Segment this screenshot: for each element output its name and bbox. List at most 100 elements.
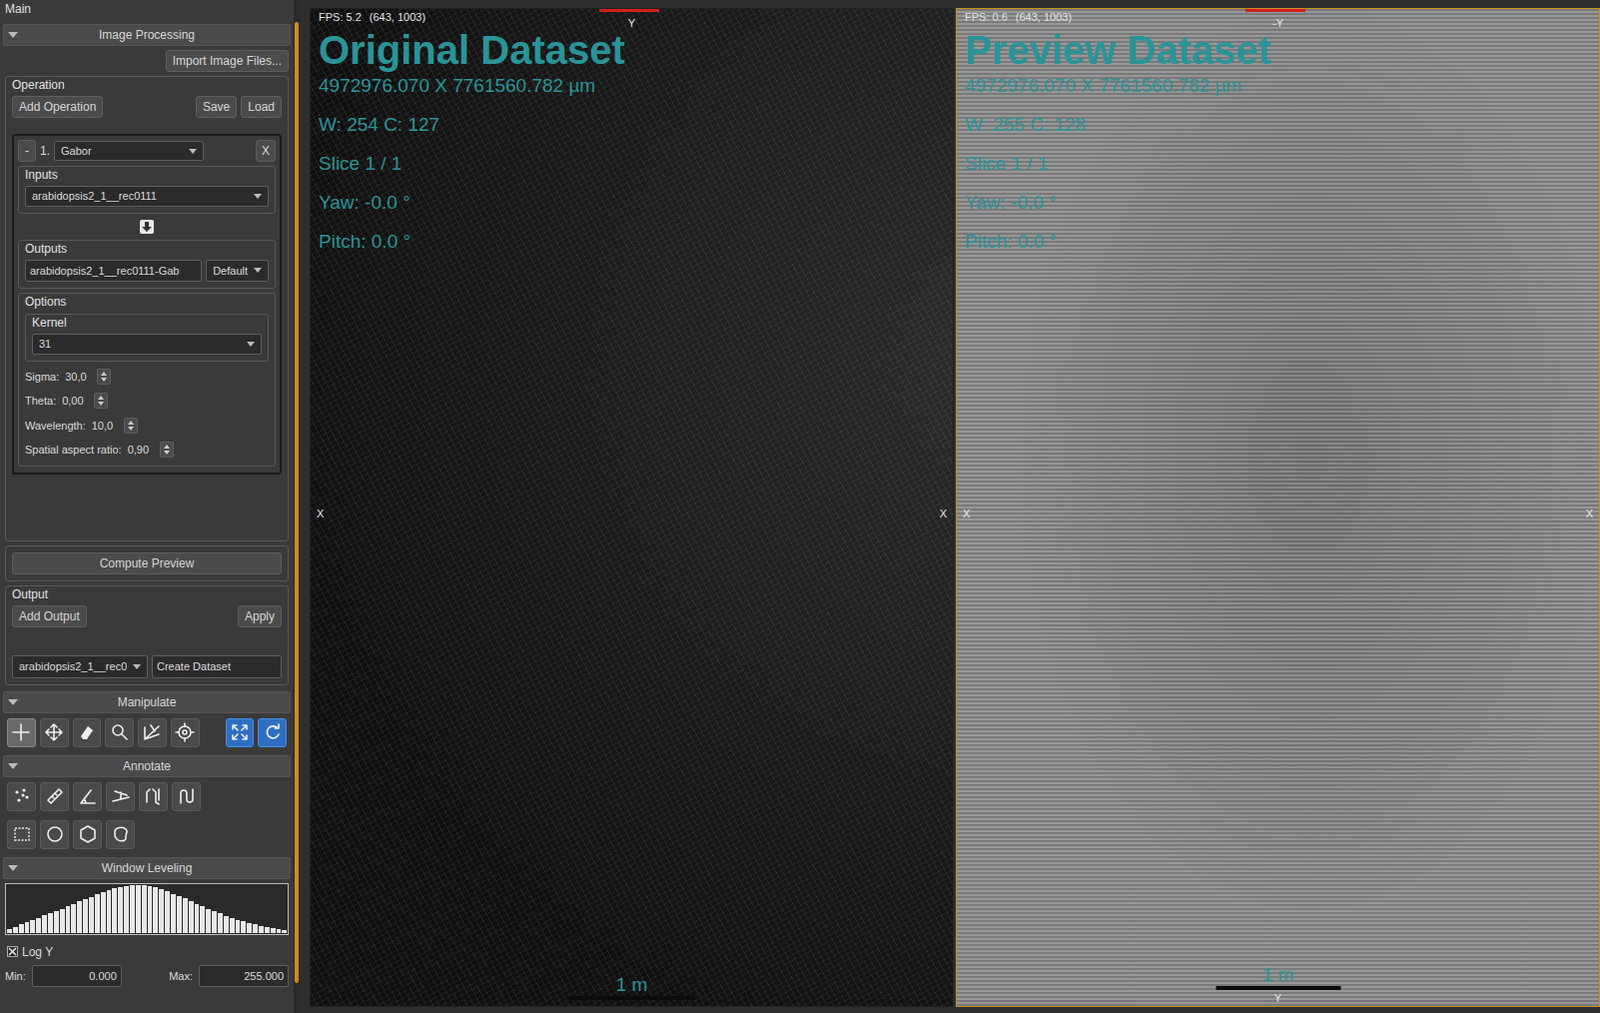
histogram-bar <box>246 922 252 933</box>
fps-readout: FPS: 0.6 <box>964 10 1008 23</box>
parameter-value[interactable]: 0,90 <box>125 440 156 460</box>
annotation-tool-button[interactable] <box>6 782 36 811</box>
spinner-icon[interactable] <box>93 392 108 409</box>
histogram-bar <box>147 885 153 933</box>
annotation-tool-button[interactable] <box>6 819 36 849</box>
collapse-arrow-icon[interactable] <box>7 864 18 871</box>
manipulate-toolbar <box>2 713 291 752</box>
annotate-header-title: Annotate <box>17 757 286 776</box>
annotate-header[interactable]: Annotate <box>2 755 291 778</box>
scrollbar[interactable] <box>293 0 300 1013</box>
compute-preview-button[interactable]: Compute Preview <box>11 552 282 575</box>
collapse-arrow-icon[interactable] <box>7 763 18 770</box>
window-level-readout: W: 254 C: 127 <box>318 112 945 137</box>
annotation-tool-button[interactable] <box>72 819 102 849</box>
spinner-icon[interactable] <box>159 441 174 458</box>
tool-button[interactable] <box>137 718 167 748</box>
annotation-tool-button[interactable] <box>72 782 102 811</box>
viewport[interactable]: FPS: 0.6(643, 1003)Preview Dataset497297… <box>955 7 1600 1007</box>
kernel-select[interactable]: 31 <box>31 333 262 355</box>
parameter-value[interactable]: 0,00 <box>59 391 90 411</box>
apply-button[interactable]: Apply <box>237 605 282 628</box>
load-button[interactable]: Load <box>240 95 282 118</box>
axis-label: X <box>962 507 970 520</box>
zoom-icon <box>109 722 130 743</box>
operation-type-select[interactable]: Gabor <box>53 140 204 162</box>
tool-button[interactable] <box>39 718 69 748</box>
output-group-label: Output <box>11 587 282 603</box>
inputs-group-label: Inputs <box>24 167 269 183</box>
import-button[interactable]: Import Image Files... <box>165 49 289 72</box>
output-action-field[interactable]: Create Dataset <box>151 655 282 679</box>
annotation-tool-button[interactable] <box>39 782 69 811</box>
flow-arrow <box>17 213 276 236</box>
min-field[interactable]: 0.000 <box>31 964 122 988</box>
histogram-chart[interactable] <box>4 882 289 935</box>
outputs-row: arabidopsis2_1__rec0111-GabDefault <box>24 259 269 283</box>
scale-label: 1 m <box>616 973 649 996</box>
tool-button[interactable] <box>225 718 255 748</box>
operation-toolbar: Add Operation SaveLoad <box>11 95 282 118</box>
viewport-image[interactable] <box>310 8 953 1006</box>
tool-button[interactable] <box>257 718 287 748</box>
collapse-arrow-icon[interactable] <box>7 31 18 38</box>
axis-label: X <box>939 507 947 520</box>
collapse-arrow-icon[interactable] <box>7 699 18 706</box>
max-field[interactable]: 255.000 <box>198 964 289 988</box>
parameter-value[interactable]: 30,0 <box>62 367 93 387</box>
parameter-value[interactable]: 10,0 <box>89 416 120 436</box>
input-select[interactable]: arabidopsis2_1__rec0111 <box>24 185 269 207</box>
tool-button[interactable] <box>170 718 200 748</box>
output-dataset-select-value: arabidopsis2_1__rec011: <box>18 658 127 676</box>
reset-rotation-icon <box>262 722 283 743</box>
cobb-angle-icon <box>110 786 131 806</box>
viewport-image[interactable] <box>956 8 1600 1006</box>
save-button[interactable]: Save <box>195 95 237 118</box>
histogram-bar <box>35 917 41 933</box>
histogram-bar <box>211 910 217 933</box>
output-mode-select[interactable]: Default <box>205 259 269 283</box>
histogram-bar <box>53 910 59 933</box>
annotation-tool-button[interactable] <box>105 782 135 811</box>
target-icon <box>174 722 195 743</box>
viewport[interactable]: FPS: 5.2(643, 1003)Original Dataset49729… <box>309 7 954 1007</box>
annotation-tool-button[interactable] <box>105 819 135 849</box>
histogram-bar <box>76 900 82 932</box>
output-dataset-select[interactable]: arabidopsis2_1__rec011: <box>11 655 148 679</box>
dropdown-arrow-icon <box>253 193 262 199</box>
annotate-toolbar <box>2 814 291 853</box>
spinner-icon[interactable] <box>96 368 111 385</box>
tool-button[interactable] <box>104 718 134 748</box>
histogram-bar <box>94 893 100 932</box>
manipulate-header[interactable]: Manipulate <box>2 691 291 714</box>
collapse-button[interactable]: - <box>17 139 36 162</box>
add-operation-button[interactable]: Add Operation <box>11 95 103 118</box>
add-output-button[interactable]: Add Output <box>11 605 87 628</box>
remove-operation-button[interactable]: X <box>255 139 276 162</box>
tool-button[interactable] <box>72 718 102 748</box>
output-name-field[interactable]: arabidopsis2_1__rec0111-Gab <box>24 259 202 283</box>
histogram-bar <box>59 908 65 933</box>
angle-icon <box>77 786 98 806</box>
output-row: arabidopsis2_1__rec011: Create Dataset <box>11 655 282 679</box>
window-leveling-header[interactable]: Window Leveling <box>2 856 291 879</box>
spinner-icon[interactable] <box>123 417 138 434</box>
pitch-readout: Pitch: 0.0 ° <box>318 229 945 254</box>
log-y-checkbox[interactable] <box>6 945 18 957</box>
histogram-bar <box>229 917 235 933</box>
annotation-tool-button[interactable] <box>39 819 69 849</box>
dropdown-arrow-icon <box>132 664 141 670</box>
tool-button[interactable] <box>6 718 36 748</box>
annotation-tool-button[interactable] <box>171 782 201 811</box>
annotate-toolbar <box>2 777 291 815</box>
axis-label: Y <box>628 16 636 29</box>
crosshair-icon <box>10 722 31 743</box>
parameter-label: Theta: <box>24 392 56 410</box>
image-processing-header[interactable]: Image Processing <box>2 23 291 46</box>
annotation-tool-button[interactable] <box>138 782 168 811</box>
parameter-row: Sigma:30,0 <box>24 367 269 387</box>
scrollbar-thumb[interactable] <box>294 21 299 983</box>
window-level-readout: W: 255 C: 128 <box>964 112 1592 137</box>
window-title: Main <box>2 0 291 20</box>
cursor-readout: (643, 1003) <box>1015 10 1072 23</box>
